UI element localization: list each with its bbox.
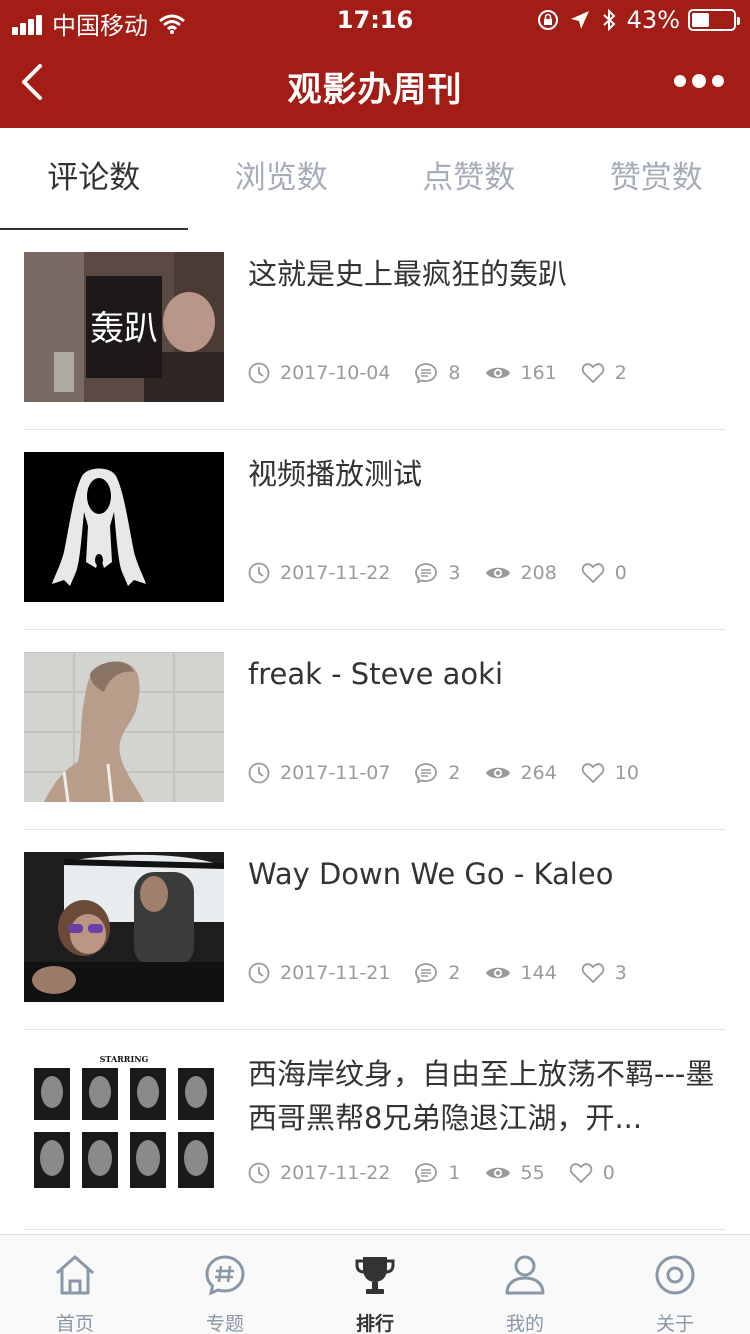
clock-icon xyxy=(248,562,270,584)
comment-icon xyxy=(415,763,438,784)
comment-count: 8 xyxy=(448,362,461,384)
comment-count: 1 xyxy=(448,1162,461,1184)
header: 中国移动 17:16 43% 观影办周刊 xyxy=(0,0,750,128)
eye-icon xyxy=(485,967,510,979)
topic-hash-icon xyxy=(205,1255,245,1296)
comment-icon xyxy=(415,563,438,584)
page-title: 观影办周刊 xyxy=(287,70,463,110)
sort-tabs: 评论数 浏览数 点赞数 赞赏数 xyxy=(0,128,750,230)
article-meta: 2017-11-21 2 144 3 xyxy=(248,962,651,984)
tab-rewards[interactable]: 赞赏数 xyxy=(563,128,750,230)
home-icon xyxy=(56,1255,94,1295)
list-item[interactable]: STARRING 西海岸纹身，自由至上放荡不羁---墨西哥黑帮8兄弟隐退江湖，开… xyxy=(24,1030,726,1230)
article-meta: 2017-10-04 8 161 2 xyxy=(248,362,651,384)
view-count: 208 xyxy=(520,562,557,584)
nav-bar: 观影办周刊 xyxy=(0,40,750,128)
tabbar-ranking[interactable]: 排行 xyxy=(300,1235,450,1334)
view-count: 161 xyxy=(520,362,557,384)
more-button[interactable] xyxy=(668,74,724,88)
thumbnail-caption: STARRING xyxy=(100,1054,149,1064)
battery-icon xyxy=(688,9,740,31)
tabbar-label: 首页 xyxy=(55,1313,94,1334)
eye-icon xyxy=(485,367,510,379)
ellipsis-icon xyxy=(674,75,686,87)
list-item[interactable]: Way Down We Go - Kaleo 2017-11-21 2 144 … xyxy=(24,830,726,1030)
comment-icon xyxy=(415,963,438,984)
tabbar-label: 专题 xyxy=(205,1313,244,1334)
tabbar-home[interactable]: 首页 xyxy=(0,1235,150,1334)
tabbar-label: 排行 xyxy=(355,1313,394,1334)
comment-count: 3 xyxy=(448,562,461,584)
tabbar-mine[interactable]: 我的 xyxy=(450,1235,600,1334)
battery-fill xyxy=(692,13,710,27)
like-count: 0 xyxy=(602,1162,615,1184)
article-title: 西海岸纹身，自由至上放荡不羁---墨西哥黑帮8兄弟隐退江湖，开... xyxy=(248,1057,715,1135)
article-title: 视频播放测试 xyxy=(248,457,423,491)
article-list: 轰趴 这就是史上最疯狂的轰趴 2017-10-04 8 161 2 视频播放测试… xyxy=(24,230,726,1230)
tabbar-label: 我的 xyxy=(505,1313,544,1334)
article-date: 2017-11-22 xyxy=(280,562,391,584)
clock-icon xyxy=(248,1162,270,1184)
tab-views[interactable]: 浏览数 xyxy=(188,128,376,230)
thumbnail-caption: 轰趴 xyxy=(90,309,158,349)
view-count: 144 xyxy=(520,962,557,984)
article-title: freak - Steve aoki xyxy=(248,657,504,691)
heart-icon xyxy=(581,963,605,984)
clock-icon xyxy=(248,362,270,384)
view-count: 264 xyxy=(520,762,557,784)
comment-count: 2 xyxy=(448,962,461,984)
article-meta: 2017-11-07 2 264 10 xyxy=(248,762,663,784)
like-count: 0 xyxy=(614,562,627,584)
article-date: 2017-11-07 xyxy=(280,762,391,784)
list-item[interactable]: 视频播放测试 2017-11-22 3 208 0 xyxy=(24,430,726,630)
heart-icon xyxy=(569,1163,592,1184)
comment-count: 2 xyxy=(448,762,461,784)
article-thumbnail xyxy=(24,852,224,1002)
like-count: 2 xyxy=(614,362,627,384)
like-count: 3 xyxy=(614,962,627,984)
article-date: 2017-11-22 xyxy=(280,1162,391,1184)
article-thumbnail xyxy=(24,452,224,602)
status-bar: 中国移动 17:16 43% xyxy=(0,0,750,40)
article-meta: 2017-11-22 1 55 0 xyxy=(248,1162,639,1184)
bottom-tab-bar: 首页 专题 排行 我的 关于 xyxy=(0,1234,750,1334)
battery-percent: 43% xyxy=(626,6,680,34)
about-circle-icon xyxy=(655,1255,695,1295)
article-title: 这就是史上最疯狂的轰趴 xyxy=(248,257,568,291)
heart-icon xyxy=(581,563,605,584)
user-icon xyxy=(505,1255,545,1295)
heart-icon xyxy=(581,763,605,784)
article-thumbnail xyxy=(24,652,224,802)
location-arrow-icon xyxy=(570,11,589,29)
article-thumbnail: 轰趴 xyxy=(24,252,224,402)
clock-icon xyxy=(248,762,270,784)
article-date: 2017-11-21 xyxy=(280,962,391,984)
like-count: 10 xyxy=(614,762,639,784)
heart-icon xyxy=(581,363,605,384)
tabbar-label: 关于 xyxy=(655,1313,694,1334)
eye-icon xyxy=(485,567,510,579)
eye-icon xyxy=(485,1167,510,1179)
rotation-lock-icon xyxy=(537,10,558,30)
clock-icon xyxy=(248,962,270,984)
list-item[interactable]: freak - Steve aoki 2017-11-07 2 264 10 xyxy=(24,630,726,830)
list-item[interactable]: 轰趴 这就是史上最疯狂的轰趴 2017-10-04 8 161 2 xyxy=(24,230,726,430)
article-thumbnail: STARRING xyxy=(24,1052,224,1202)
article-title: Way Down We Go - Kaleo xyxy=(248,857,614,891)
article-meta: 2017-11-22 3 208 0 xyxy=(248,562,651,584)
tabbar-about[interactable]: 关于 xyxy=(600,1235,750,1334)
bluetooth-icon xyxy=(602,8,616,32)
comment-icon xyxy=(415,363,438,384)
tab-likes[interactable]: 点赞数 xyxy=(375,128,563,230)
article-date: 2017-10-04 xyxy=(280,362,391,384)
tabbar-topics[interactable]: 专题 xyxy=(150,1235,300,1334)
tab-comments[interactable]: 评论数 xyxy=(0,128,188,230)
trophy-icon xyxy=(355,1257,395,1294)
view-count: 55 xyxy=(520,1162,545,1184)
comment-icon xyxy=(415,1163,438,1184)
eye-icon xyxy=(485,767,510,779)
